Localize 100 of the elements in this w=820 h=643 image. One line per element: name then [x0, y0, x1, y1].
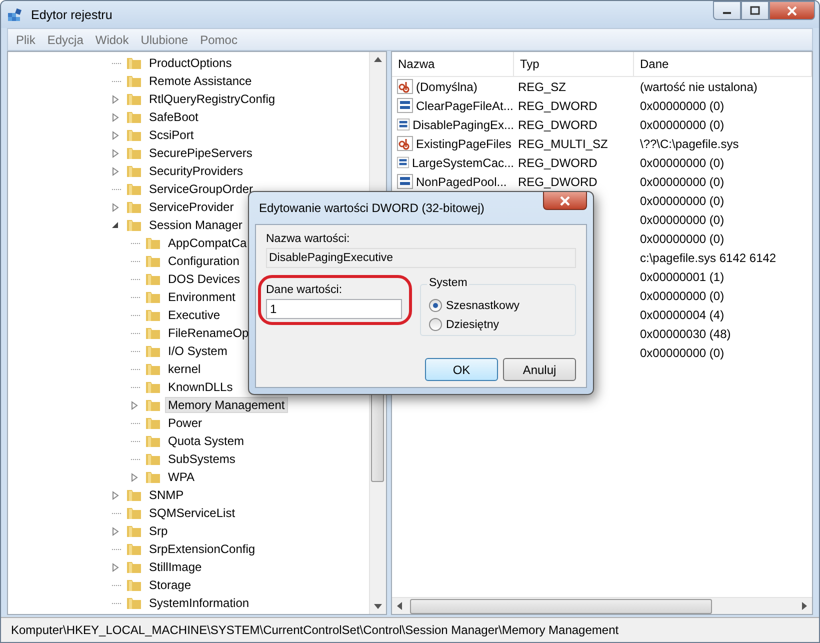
column-header[interactable]: Nazwa [392, 52, 514, 76]
tree-item[interactable]: I/O System [165, 343, 230, 359]
tree-item[interactable]: Environment [165, 289, 238, 305]
value-name[interactable]: (Domyślna) [416, 80, 478, 94]
expand-arrow-icon[interactable] [112, 526, 119, 536]
value-name[interactable]: NonPagedPool... [416, 174, 507, 188]
value-type: REG_DWORD [518, 156, 598, 170]
folder-icon [145, 308, 161, 322]
tree-item[interactable]: FileRenameOp [165, 325, 252, 341]
expand-arrow-icon[interactable] [112, 202, 119, 212]
folder-icon [126, 506, 142, 520]
tree-item[interactable]: Power [165, 415, 206, 431]
tree-item[interactable]: ServiceGroupOrder [146, 181, 256, 197]
radio-label[interactable]: Szesnastkowy [446, 300, 520, 312]
scroll-down-arrow-icon[interactable] [374, 604, 382, 609]
tree-item[interactable]: RtlQueryRegistryConfig [146, 91, 278, 107]
maximize-icon [750, 6, 760, 15]
folder-icon [126, 146, 142, 160]
value-data: 0x00000000 (0) [640, 212, 724, 226]
expand-arrow-icon[interactable] [112, 166, 119, 176]
tree-item[interactable]: SubSystems [165, 451, 238, 467]
value-data-field[interactable]: 1 [266, 299, 402, 319]
status-path: Komputer\HKEY_LOCAL_MACHINE\SYSTEM\CurrentControlSet\Control\Session Manager\Memory Management [11, 623, 619, 637]
value-data: 0x00000001 (1) [640, 270, 724, 284]
value-name-field[interactable]: DisablePagingExecutive [266, 248, 576, 268]
scrollbar-thumb[interactable] [410, 598, 712, 614]
value-name[interactable]: LargeSystemCac... [412, 156, 514, 170]
folder-icon [126, 560, 142, 574]
menu-item[interactable]: Pomoc [200, 32, 238, 46]
folder-icon [126, 488, 142, 502]
tree-item[interactable]: ProductOptions [146, 55, 235, 71]
radio-label[interactable]: Dziesiętny [446, 318, 500, 330]
menu-item[interactable]: Edycja [47, 32, 84, 46]
value-type: REG_DWORD [518, 118, 598, 132]
tree-item[interactable]: KnownDLLs [165, 379, 236, 395]
folder-icon [145, 272, 161, 286]
value-name[interactable]: DisablePagingEx... [412, 118, 514, 132]
tree-item[interactable]: WPA [165, 469, 198, 485]
folder-icon [145, 416, 161, 430]
close-button[interactable] [769, 1, 815, 20]
tree-item[interactable]: Executive [165, 307, 224, 323]
value-data: 0x00000000 (0) [640, 118, 724, 132]
value-data: 0x00000000 (0) [640, 98, 724, 112]
expand-arrow-icon[interactable] [112, 112, 119, 122]
collapse-arrow-icon[interactable] [112, 222, 119, 228]
folder-icon [126, 524, 142, 538]
value-type: REG_MULTI_SZ [518, 136, 608, 150]
tree-item[interactable]: SecurePipeServers [146, 145, 256, 161]
cancel-button[interactable]: Anuluj [503, 358, 576, 381]
value-name[interactable]: ClearPageFileAt... [416, 98, 514, 112]
minimize-button[interactable] [713, 1, 741, 20]
column-header[interactable]: Dane [634, 52, 812, 76]
tree-item[interactable]: Configuration [165, 253, 242, 269]
value-name[interactable]: ExistingPageFiles [416, 136, 512, 150]
tree-item[interactable]: SQMServiceList [146, 505, 238, 521]
tree-item[interactable]: Srp [146, 523, 171, 539]
menu-item[interactable]: Widok [95, 32, 129, 46]
ok-button[interactable]: OK [425, 358, 498, 381]
tree-item[interactable]: AppCompatCa [165, 235, 250, 251]
tree-item[interactable]: DOS Devices [165, 271, 244, 287]
scroll-up-arrow-icon[interactable] [374, 57, 382, 62]
folder-icon [145, 452, 161, 466]
tree-item[interactable]: SNMP [146, 487, 187, 503]
menu-item[interactable]: Ulubione [140, 32, 188, 46]
scroll-left-arrow-icon[interactable] [397, 602, 402, 610]
tree-item[interactable]: ScsiPort [146, 127, 197, 143]
tree-item[interactable]: Session Manager [146, 217, 246, 233]
value-data: 0x00000000 (0) [640, 288, 724, 302]
tree-item[interactable]: Memory Management [165, 397, 288, 413]
tree-item[interactable]: Quota System [165, 433, 248, 449]
tree-item[interactable]: ServiceProvider [146, 199, 237, 215]
maximize-button[interactable] [741, 1, 769, 20]
expand-arrow-icon[interactable] [112, 94, 119, 104]
tree-item[interactable]: kernel [165, 361, 204, 377]
column-header[interactable]: Typ [514, 52, 634, 76]
close-button[interactable] [543, 192, 587, 210]
radio-button[interactable] [429, 318, 442, 331]
radio-button[interactable] [429, 299, 442, 312]
folder-icon [145, 380, 161, 394]
expand-arrow-icon[interactable] [112, 148, 119, 158]
tree-item[interactable]: SystemInformation [146, 595, 252, 611]
value-data: 0x00000030 (48) [640, 326, 731, 340]
expand-arrow-icon[interactable] [131, 400, 138, 410]
expand-arrow-icon[interactable] [112, 490, 119, 500]
tree-item[interactable]: Remote Assistance [146, 73, 255, 89]
tree-item[interactable]: Storage [146, 577, 194, 593]
menu-item[interactable]: Plik [16, 32, 36, 46]
folder-icon [145, 326, 161, 340]
tree-item[interactable]: StillImage [146, 559, 205, 575]
value-type: REG_DWORD [518, 98, 598, 112]
expand-arrow-icon[interactable] [112, 562, 119, 572]
scroll-right-arrow-icon[interactable] [802, 602, 807, 610]
tree-item[interactable]: SafeBoot [146, 109, 202, 125]
value-data: (wartość nie ustalona) [640, 80, 758, 94]
expand-arrow-icon[interactable] [131, 472, 138, 482]
folder-icon [145, 236, 161, 250]
expand-arrow-icon[interactable] [112, 130, 119, 140]
tree-item[interactable]: SrpExtensionConfig [146, 541, 258, 557]
close-icon [560, 196, 570, 206]
tree-item[interactable]: SecurityProviders [146, 163, 246, 179]
